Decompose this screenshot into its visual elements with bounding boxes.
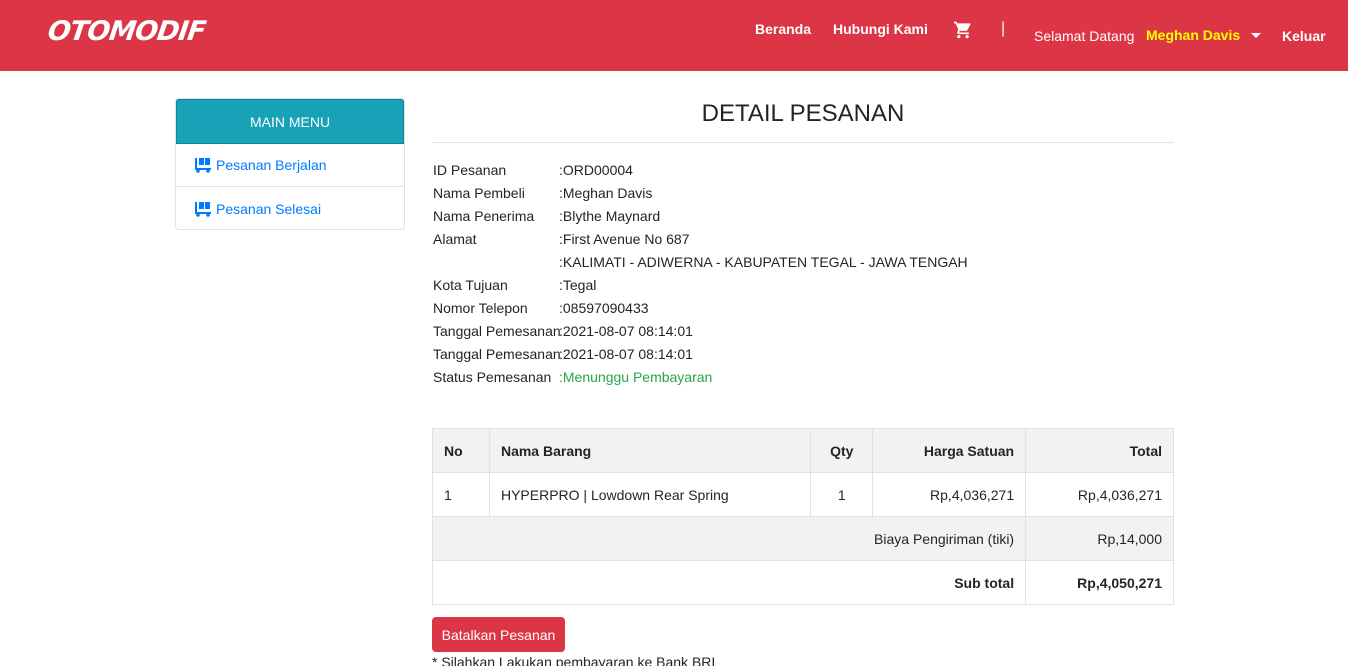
sidebar-item-pesanan-berjalan[interactable]: Pesanan Berjalan <box>176 144 404 187</box>
cell-qty: 1 <box>810 472 874 517</box>
col-header-nama-barang: Nama Barang <box>488 428 812 473</box>
detail-label: Nama Pembeli <box>433 185 525 201</box>
greeting-text: Selamat Datang <box>1034 28 1135 44</box>
detail-value: :First Avenue No 687 <box>559 231 690 247</box>
logout-link[interactable]: Keluar <box>1282 28 1326 44</box>
col-header-no: No <box>432 428 490 473</box>
detail-value: :2021-08-07 08:14:01 <box>559 323 693 339</box>
detail-value: :KALIMATI - ADIWERNA - KABUPATEN TEGAL -… <box>559 254 968 270</box>
detail-value: :ORD00004 <box>559 162 633 178</box>
shipping-value: Rp,14,000 <box>1025 516 1174 561</box>
shipping-row: Biaya Pengiriman (tiki) Rp,14,000 <box>431 516 1174 561</box>
nav-separator: | <box>1001 20 1006 37</box>
dolly-cart-icon <box>195 158 211 173</box>
table-row: 1 HYPERPRO | Lowdown Rear Spring 1 Rp,4,… <box>432 472 1174 517</box>
subtotal-label: Sub total <box>431 560 1027 605</box>
detail-value: :08597090433 <box>559 300 649 316</box>
cancel-order-button[interactable]: Batalkan Pesanan <box>432 617 565 652</box>
shopping-cart-icon[interactable] <box>953 20 973 40</box>
cell-harga-satuan: Rp,4,036,271 <box>872 472 1027 517</box>
detail-label: ID Pesanan <box>433 162 507 178</box>
top-navbar: OTOMODIF Beranda Hubungi Kami | Selamat … <box>0 0 1348 71</box>
brand-logo[interactable]: OTOMODIF <box>46 16 207 47</box>
detail-value: :2021-08-07 08:14:01 <box>559 346 693 362</box>
payment-note: * Silahkan Lakukan pembayaran ke Bank BR… <box>432 654 716 666</box>
detail-value: :Blythe Maynard <box>559 208 661 224</box>
nav-link-beranda[interactable]: Beranda <box>755 21 811 37</box>
col-header-qty: Qty <box>810 428 874 473</box>
detail-label: Nomor Telepon <box>433 300 528 316</box>
detail-label: Nama Penerima <box>433 208 535 224</box>
cell-no: 1 <box>432 472 490 517</box>
dolly-cart-icon <box>195 201 211 217</box>
detail-label: Tanggal Pemesanan <box>433 323 561 339</box>
title-divider <box>432 142 1174 143</box>
sidebar-item-pesanan-selesai[interactable]: Pesanan Selesai <box>176 187 404 229</box>
detail-label: Alamat <box>433 231 477 247</box>
cell-total: Rp,4,036,271 <box>1025 472 1174 517</box>
sidebar-item-label: Pesanan Selesai <box>216 200 322 217</box>
detail-label: Kota Tujuan <box>433 277 508 293</box>
page-title: DETAIL PESANAN <box>701 100 905 127</box>
table-header-row: No Nama Barang Qty Harga Satuan Total <box>432 428 1174 473</box>
user-menu-toggle[interactable]: Meghan Davis <box>1146 27 1240 43</box>
detail-label: Tanggal Pemesanan <box>433 346 561 362</box>
detail-label: Status Pemesanan <box>433 369 552 385</box>
detail-value: :Meghan Davis <box>559 185 653 201</box>
status-value: :Menunggu Pembayaran <box>559 369 713 385</box>
order-items-table: No Nama Barang Qty Harga Satuan Total 1 … <box>431 428 1174 605</box>
sidebar-item-label: Pesanan Berjalan <box>216 157 327 173</box>
shipping-label: Biaya Pengiriman (tiki) <box>431 516 1027 561</box>
detail-value: :Tegal <box>559 277 597 293</box>
cell-nama-barang: HYPERPRO | Lowdown Rear Spring <box>488 472 812 517</box>
caret-down-icon[interactable] <box>1251 33 1261 38</box>
col-header-harga-satuan: Harga Satuan <box>872 428 1027 473</box>
sidebar-menu: MAIN MENU Pesanan Berjalan Pesanan Seles… <box>175 98 405 230</box>
subtotal-row: Sub total Rp,4,050,271 <box>431 560 1174 605</box>
nav-link-hubungi-kami[interactable]: Hubungi Kami <box>833 21 928 37</box>
subtotal-value: Rp,4,050,271 <box>1025 560 1174 605</box>
col-header-total: Total <box>1025 428 1174 473</box>
sidebar-header: MAIN MENU <box>176 99 404 144</box>
